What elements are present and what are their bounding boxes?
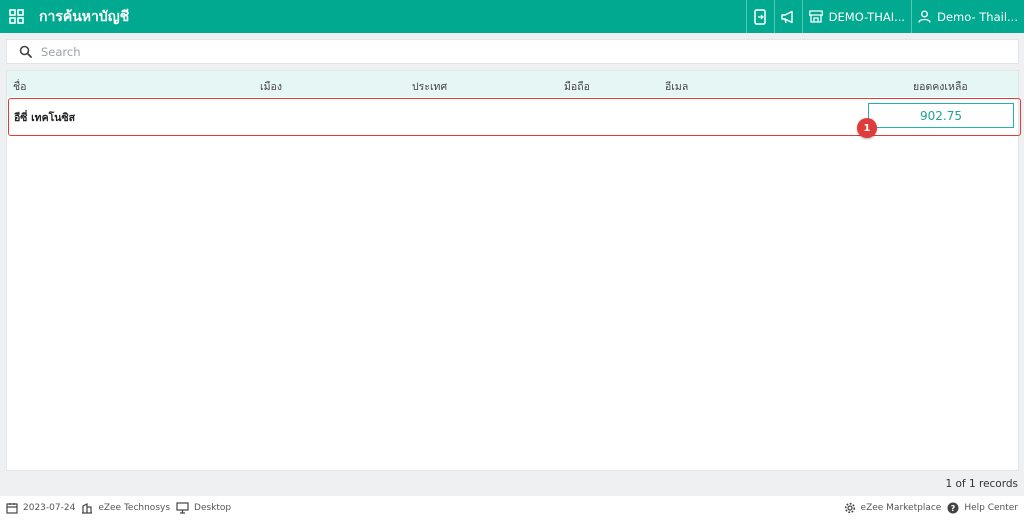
monitor-icon bbox=[176, 502, 189, 514]
column-header-balance[interactable]: ยอดคงเหลือ bbox=[913, 78, 968, 95]
user-name: Demo- Thail... bbox=[937, 9, 1018, 24]
table-row[interactable]: อีซี่ เทคโนซิส 902.75 1 bbox=[8, 98, 1021, 138]
grid-icon bbox=[9, 9, 24, 24]
property-selector[interactable]: DEMO-THAI... bbox=[801, 0, 911, 33]
step-badge: 1 bbox=[857, 118, 877, 138]
building-icon bbox=[82, 503, 93, 514]
mobile-switch-button[interactable] bbox=[745, 0, 774, 33]
account-name: อีซี่ เทคโนซิส bbox=[14, 112, 75, 124]
help-center-link[interactable]: ? Help Center bbox=[947, 502, 1018, 514]
records-count: 1 of 1 records bbox=[945, 478, 1018, 490]
mobile-exchange-icon bbox=[754, 8, 766, 25]
gear-icon bbox=[844, 502, 855, 514]
footer-device: Desktop bbox=[176, 502, 231, 514]
results-panel: ชื่อ เมือง ประเทศ มือถือ อีเมล ยอดคงเหลื… bbox=[6, 70, 1021, 471]
search-input[interactable] bbox=[41, 44, 941, 59]
megaphone-icon bbox=[781, 10, 793, 23]
table-header: ชื่อ เมือง ประเทศ มือถือ อีเมล ยอดคงเหลื… bbox=[7, 71, 1018, 97]
apps-grid-button[interactable] bbox=[0, 0, 33, 33]
property-name: DEMO-THAI... bbox=[828, 9, 906, 24]
column-header-email[interactable]: อีเมล bbox=[665, 78, 688, 95]
page-title: การค้นหาบัญชี bbox=[39, 8, 130, 25]
top-bar: การค้นหาบัญชี DEMO-THAI... Demo- Thail..… bbox=[0, 0, 1024, 33]
column-header-name[interactable]: ชื่อ bbox=[13, 78, 26, 95]
announcement-button[interactable] bbox=[773, 0, 802, 33]
calendar-icon bbox=[6, 503, 18, 514]
column-header-city[interactable]: เมือง bbox=[260, 78, 282, 95]
footer: 2023-07-24 eZee Technosys Desktop eZee M… bbox=[0, 496, 1024, 521]
footer-date: 2023-07-24 bbox=[6, 502, 75, 514]
store-icon bbox=[808, 10, 823, 23]
search-bar bbox=[6, 39, 1019, 64]
help-icon: ? bbox=[947, 502, 959, 514]
column-header-mobile[interactable]: มือถือ bbox=[564, 78, 590, 95]
svg-text:?: ? bbox=[951, 504, 956, 513]
user-menu[interactable]: Demo- Thail... bbox=[911, 0, 1024, 33]
user-icon bbox=[918, 10, 931, 23]
footer-company: eZee Technosys bbox=[81, 502, 170, 514]
balance-value[interactable]: 902.75 bbox=[868, 103, 1014, 128]
column-header-country[interactable]: ประเทศ bbox=[412, 78, 447, 95]
search-icon bbox=[19, 45, 32, 58]
marketplace-link[interactable]: eZee Marketplace bbox=[844, 502, 941, 514]
